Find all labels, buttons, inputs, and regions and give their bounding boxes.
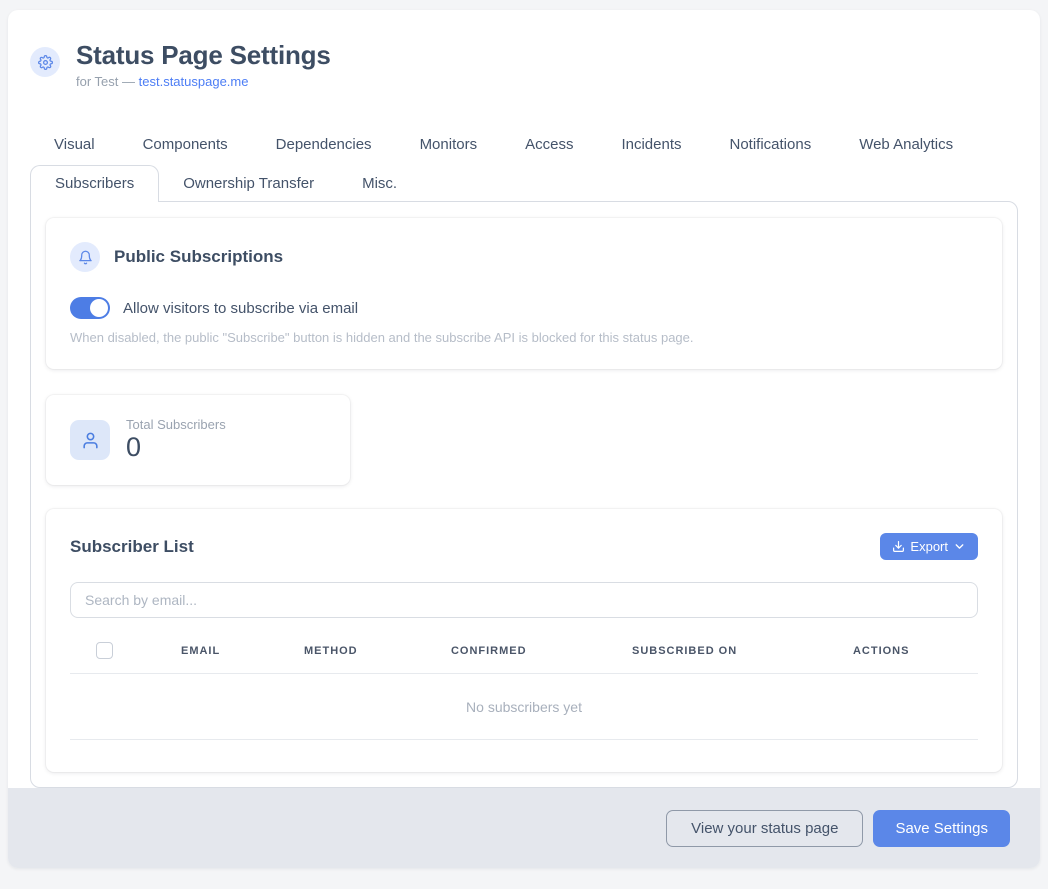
subscriber-list-card: Subscriber List Export EMAIL METHOD CONF… <box>46 509 1002 772</box>
column-method: METHOD <box>304 645 451 657</box>
subscribers-tab-panel: Public Subscriptions Allow visitors to s… <box>30 201 1018 788</box>
column-subscribed-on: SUBSCRIBED ON <box>632 645 853 657</box>
tabs-row-1: Visual Components Dependencies Monitors … <box>30 129 1018 160</box>
column-email: EMAIL <box>181 645 304 657</box>
toggle-knob <box>90 299 108 317</box>
empty-state: No subscribers yet <box>70 674 978 740</box>
gear-icon <box>30 47 60 77</box>
public-subscriptions-title: Public Subscriptions <box>114 247 283 267</box>
subscribe-helper-text: When disabled, the public "Subscribe" bu… <box>70 330 978 345</box>
chevron-down-icon <box>953 540 966 553</box>
search-input[interactable] <box>70 582 978 618</box>
tab-incidents[interactable]: Incidents <box>597 129 705 160</box>
tab-notifications[interactable]: Notifications <box>706 129 836 160</box>
tab-components[interactable]: Components <box>119 129 252 160</box>
export-button[interactable]: Export <box>880 533 978 560</box>
tab-ownership-transfer[interactable]: Ownership Transfer <box>159 165 338 201</box>
subscriber-table-header: EMAIL METHOD CONFIRMED SUBSCRIBED ON ACT… <box>70 642 978 674</box>
toggle-label: Allow visitors to subscribe via email <box>123 300 358 317</box>
subscriber-list-header: Subscriber List Export <box>70 533 978 560</box>
column-confirmed: CONFIRMED <box>451 645 632 657</box>
tabs-row-2: Subscribers Ownership Transfer Misc. <box>30 165 1018 201</box>
title-block: Status Page Settings for Test — test.sta… <box>76 40 331 89</box>
allow-subscribe-toggle[interactable] <box>70 297 110 319</box>
subscriber-list-title: Subscriber List <box>70 537 194 557</box>
view-status-page-button[interactable]: View your status page <box>666 810 863 847</box>
total-subscribers-card: Total Subscribers 0 <box>46 395 350 485</box>
select-all-checkbox[interactable] <box>96 642 113 659</box>
tab-visual[interactable]: Visual <box>30 129 119 160</box>
page-subtitle: for Test — test.statuspage.me <box>76 74 331 89</box>
public-subscriptions-card: Public Subscriptions Allow visitors to s… <box>46 218 1002 369</box>
page-title: Status Page Settings <box>76 40 331 71</box>
total-subscribers-stat: Total Subscribers 0 <box>126 417 226 463</box>
save-settings-button[interactable]: Save Settings <box>873 810 1010 847</box>
column-actions: ACTIONS <box>853 645 978 657</box>
tab-access[interactable]: Access <box>501 129 597 160</box>
page-header: Status Page Settings for Test — test.sta… <box>8 10 1040 89</box>
download-icon <box>892 540 905 553</box>
export-button-label: Export <box>910 539 948 554</box>
bell-icon <box>70 242 100 272</box>
subtitle-prefix: for Test — <box>76 74 139 89</box>
stat-value: 0 <box>126 432 226 463</box>
status-page-link[interactable]: test.statuspage.me <box>139 74 249 89</box>
settings-tabs: Visual Components Dependencies Monitors … <box>30 129 1018 201</box>
person-icon <box>70 420 110 460</box>
tab-monitors[interactable]: Monitors <box>396 129 502 160</box>
stat-label: Total Subscribers <box>126 417 226 432</box>
settings-page-card: Status Page Settings for Test — test.sta… <box>8 10 1040 868</box>
tab-dependencies[interactable]: Dependencies <box>252 129 396 160</box>
tab-web-analytics[interactable]: Web Analytics <box>835 129 977 160</box>
subscribe-toggle-row: Allow visitors to subscribe via email <box>70 297 978 319</box>
footer-action-bar: View your status page Save Settings <box>8 788 1040 868</box>
tab-misc[interactable]: Misc. <box>338 165 421 201</box>
tab-subscribers[interactable]: Subscribers <box>30 165 159 202</box>
public-subscriptions-header: Public Subscriptions <box>70 242 978 272</box>
